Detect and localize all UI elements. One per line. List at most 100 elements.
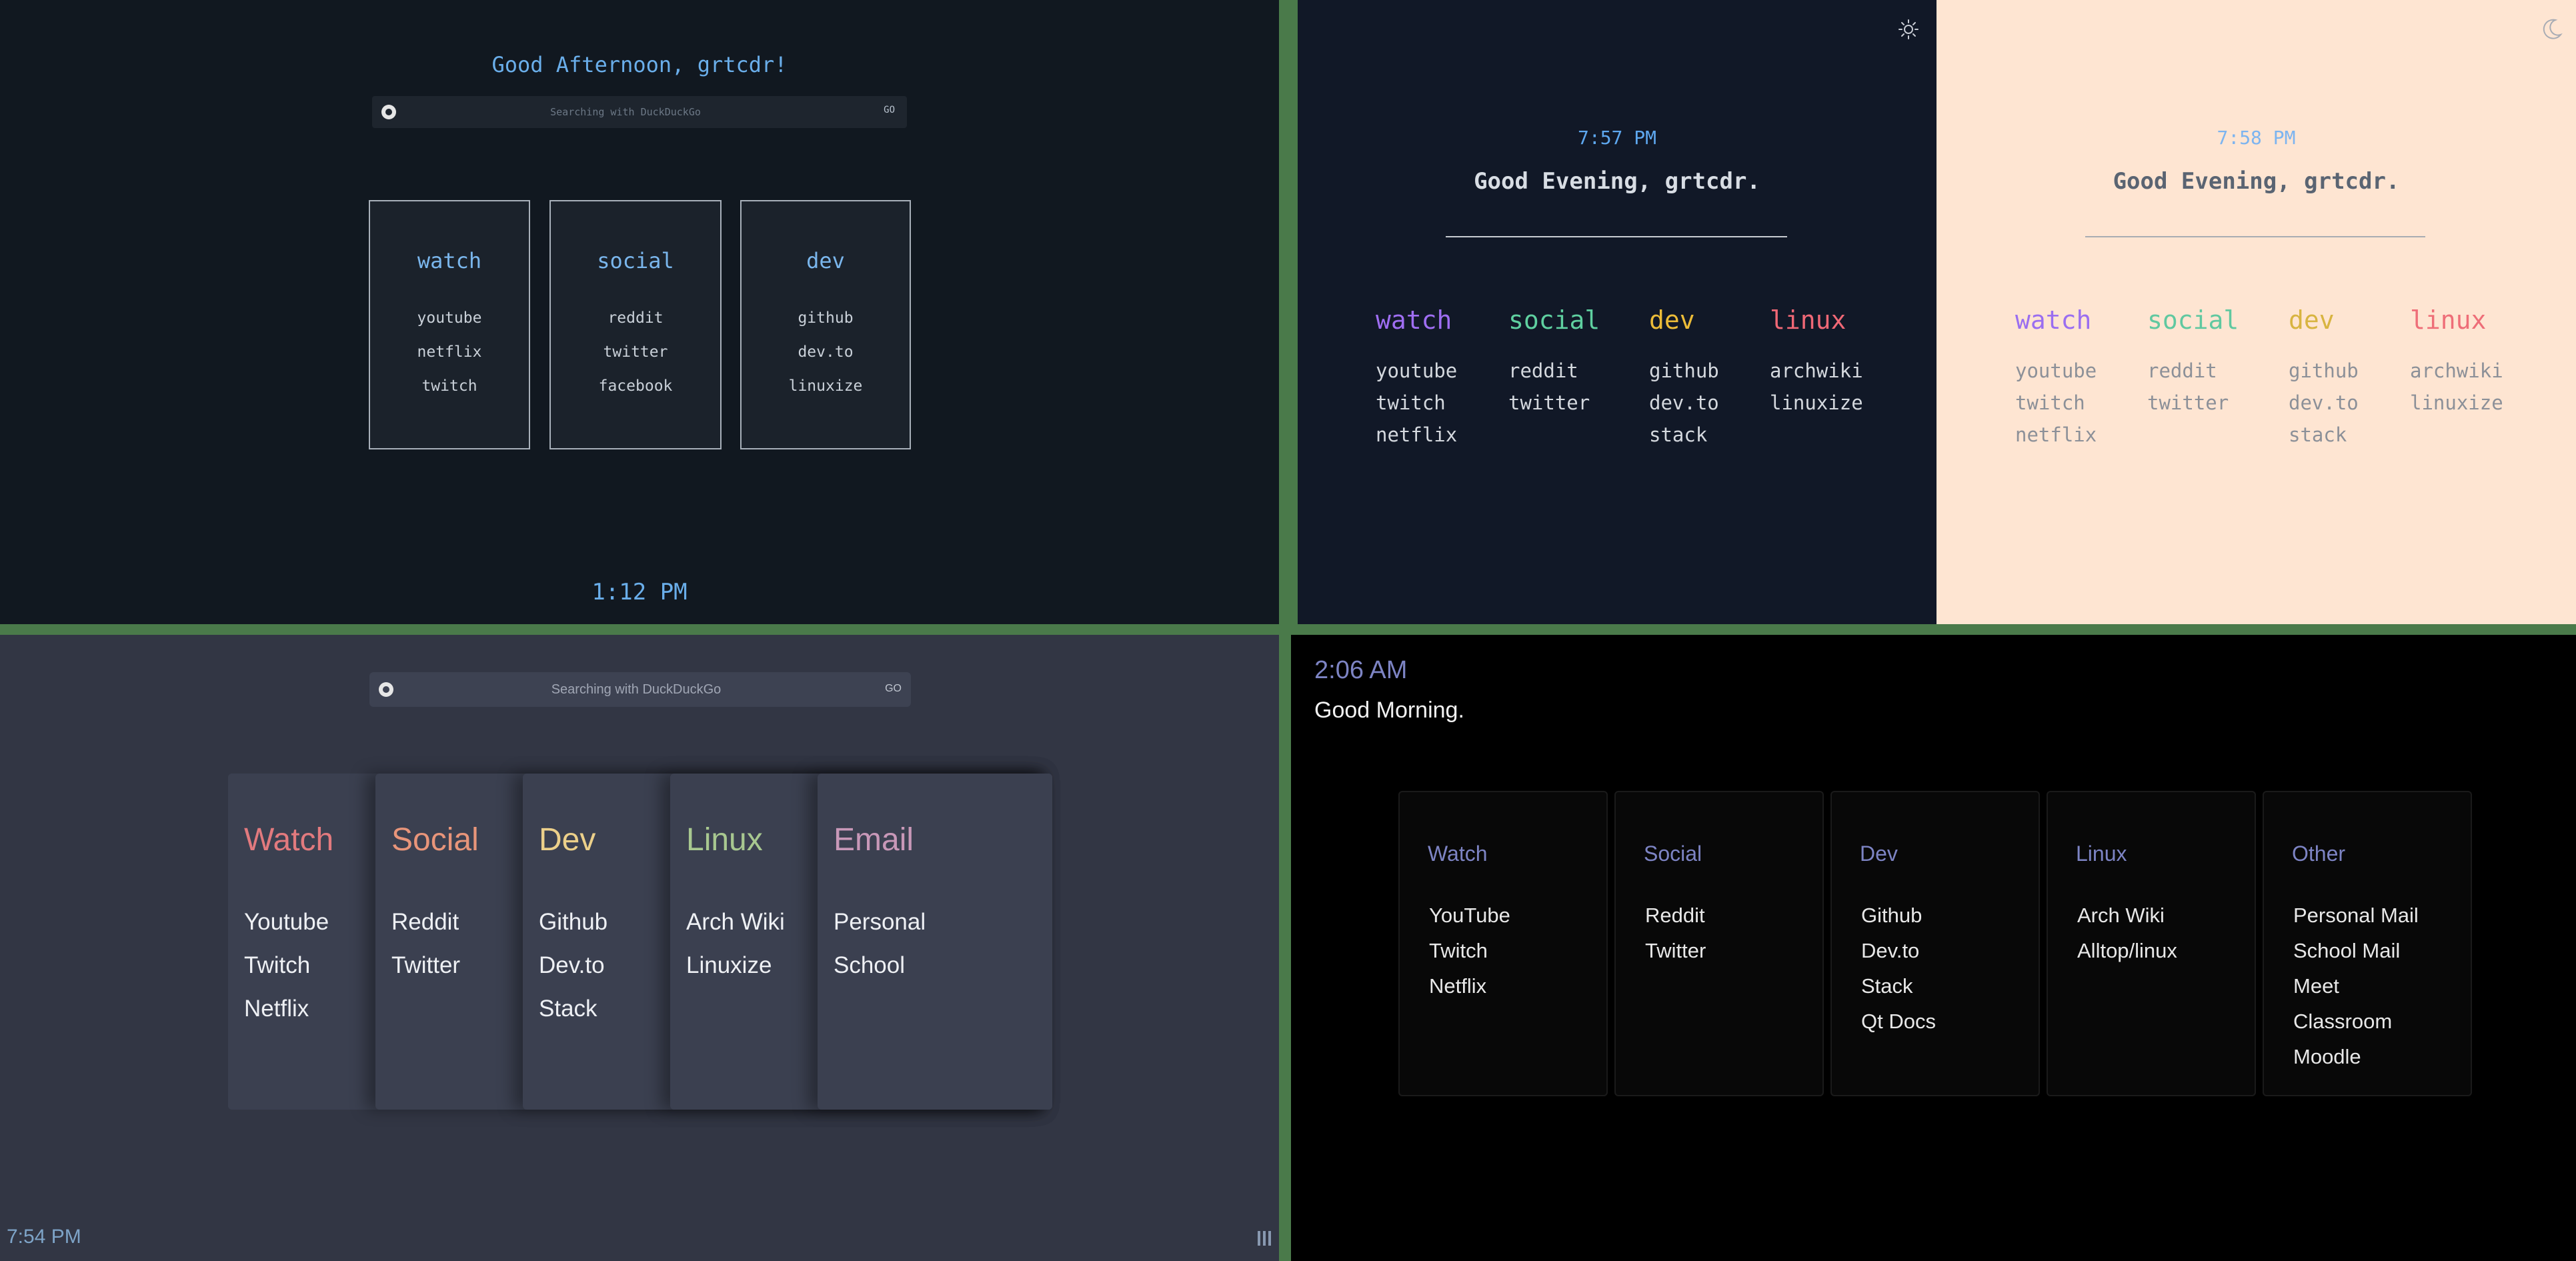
column-title: linux bbox=[1770, 305, 1846, 335]
column-title: social bbox=[1508, 305, 1600, 335]
link-reddit[interactable]: reddit bbox=[551, 301, 720, 335]
link-twitch[interactable]: Twitch bbox=[244, 944, 329, 987]
go-button[interactable]: GO bbox=[885, 683, 902, 695]
column-watch: watch youtube twitch netflix bbox=[1376, 305, 1457, 451]
link-linuxize[interactable]: linuxize bbox=[742, 369, 910, 403]
link-youtube[interactable]: youtube bbox=[2015, 355, 2097, 387]
link-github[interactable]: github bbox=[1649, 355, 1719, 387]
link-twitter[interactable]: twitter bbox=[2147, 387, 2239, 419]
card-title: Watch bbox=[1428, 842, 1488, 866]
card-title: Social bbox=[391, 822, 479, 858]
divider bbox=[2085, 236, 2425, 237]
link-devto[interactable]: dev.to bbox=[2289, 387, 2359, 419]
link-stack[interactable]: stack bbox=[2289, 419, 2359, 451]
link-devto[interactable]: dev.to bbox=[1649, 387, 1719, 419]
link-twitter[interactable]: Twitter bbox=[391, 944, 460, 987]
link-reddit[interactable]: reddit bbox=[2147, 355, 2239, 387]
card-title: dev bbox=[806, 248, 845, 273]
column-social: social reddit twitter bbox=[1508, 305, 1600, 419]
greeting: Good Afternoon, grtcdr! bbox=[491, 52, 788, 77]
link-school-mail[interactable]: School Mail bbox=[2293, 933, 2419, 968]
link-github[interactable]: Github bbox=[1861, 898, 1936, 933]
card-title: Dev bbox=[539, 822, 596, 858]
card-social: social reddit twitter facebook bbox=[549, 200, 722, 449]
link-alltop-linux[interactable]: Alltop/linux bbox=[2077, 933, 2177, 968]
link-github[interactable]: Github bbox=[539, 900, 607, 944]
link-archwiki[interactable]: archwiki bbox=[2410, 355, 2503, 387]
link-moodle[interactable]: Moodle bbox=[2293, 1039, 2419, 1074]
startpage-evening-light: 7:58 PM Good Evening, grtcdr. watch yout… bbox=[1937, 0, 2576, 624]
link-reddit[interactable]: reddit bbox=[1508, 355, 1600, 387]
card-title: social bbox=[597, 248, 674, 273]
link-youtube[interactable]: Youtube bbox=[244, 900, 329, 944]
column-title: watch bbox=[1376, 305, 1452, 335]
clock: 1:12 PM bbox=[591, 579, 688, 605]
column-title: dev bbox=[2289, 305, 2335, 335]
link-personal-mail[interactable]: Personal Mail bbox=[2293, 898, 2419, 933]
link-archwiki[interactable]: Arch Wiki bbox=[2077, 898, 2177, 933]
bars-icon[interactable] bbox=[1258, 1231, 1272, 1247]
link-github[interactable]: github bbox=[742, 301, 910, 335]
link-archwiki[interactable]: Arch Wiki bbox=[686, 900, 785, 944]
card-social: Social Reddit Twitter bbox=[1614, 791, 1824, 1096]
link-linuxize[interactable]: linuxize bbox=[2410, 387, 2503, 419]
clock: 7:57 PM bbox=[1577, 127, 1656, 149]
link-meet[interactable]: Meet bbox=[2293, 968, 2419, 1004]
link-youtube[interactable]: YouTube bbox=[1429, 898, 1510, 933]
card-dev: dev github dev.to linuxize bbox=[740, 200, 911, 449]
link-classroom[interactable]: Classroom bbox=[2293, 1004, 2419, 1039]
link-devto[interactable]: dev.to bbox=[742, 335, 910, 369]
link-reddit[interactable]: Reddit bbox=[391, 900, 460, 944]
link-netflix[interactable]: netflix bbox=[370, 335, 529, 369]
link-facebook[interactable]: facebook bbox=[551, 369, 720, 403]
duckduckgo-icon bbox=[379, 682, 393, 697]
link-stack[interactable]: Stack bbox=[1861, 968, 1936, 1004]
link-twitch[interactable]: twitch bbox=[370, 369, 529, 403]
link-youtube[interactable]: youtube bbox=[1376, 355, 1457, 387]
link-archwiki[interactable]: archwiki bbox=[1770, 355, 1863, 387]
search-input[interactable] bbox=[399, 96, 852, 128]
card-email: Email Personal School bbox=[818, 774, 1052, 1110]
link-devto[interactable]: Dev.to bbox=[1861, 933, 1936, 968]
link-twitter[interactable]: Twitter bbox=[1645, 933, 1706, 968]
link-netflix[interactable]: netflix bbox=[2015, 419, 2097, 451]
link-linuxize[interactable]: Linuxize bbox=[686, 944, 785, 987]
startpage-evening-dark: 7:57 PM Good Evening, grtcdr. watch yout… bbox=[1298, 0, 1937, 624]
moon-icon[interactable] bbox=[2541, 17, 2563, 41]
link-reddit[interactable]: Reddit bbox=[1645, 898, 1706, 933]
card-title: Other bbox=[2292, 842, 2346, 866]
link-stack[interactable]: Stack bbox=[539, 987, 607, 1030]
link-school[interactable]: School bbox=[834, 944, 926, 987]
card-stack: Watch Youtube Twitch Netflix Social Redd… bbox=[228, 774, 1052, 1110]
link-twitch[interactable]: twitch bbox=[2015, 387, 2097, 419]
sun-icon[interactable] bbox=[1898, 19, 1919, 40]
column-title: linux bbox=[2410, 305, 2487, 335]
search-bar: GO bbox=[372, 96, 907, 128]
link-devto[interactable]: Dev.to bbox=[539, 944, 607, 987]
link-twitter[interactable]: twitter bbox=[1508, 387, 1600, 419]
link-netflix[interactable]: Netflix bbox=[244, 987, 329, 1030]
column-title: watch bbox=[2015, 305, 2092, 335]
link-youtube[interactable]: youtube bbox=[370, 301, 529, 335]
card-title: Email bbox=[834, 822, 914, 858]
divider bbox=[1446, 236, 1787, 237]
link-twitch[interactable]: Twitch bbox=[1429, 933, 1510, 968]
card-title: Linux bbox=[2076, 842, 2127, 866]
link-qt-docs[interactable]: Qt Docs bbox=[1861, 1004, 1936, 1039]
search-input[interactable] bbox=[396, 672, 876, 707]
link-twitch[interactable]: twitch bbox=[1376, 387, 1457, 419]
card-title: Watch bbox=[244, 822, 334, 858]
link-netflix[interactable]: netflix bbox=[1376, 419, 1457, 451]
go-button[interactable]: GO bbox=[884, 105, 895, 115]
card-other: Other Personal Mail School Mail Meet Cla… bbox=[2263, 791, 2472, 1096]
link-netflix[interactable]: Netflix bbox=[1429, 968, 1510, 1004]
link-stack[interactable]: stack bbox=[1649, 419, 1719, 451]
startpage-stacked-cards: GO Watch Youtube Twitch Netflix Social R… bbox=[0, 635, 1279, 1261]
card-title: Dev bbox=[1860, 842, 1898, 866]
link-personal[interactable]: Personal bbox=[834, 900, 926, 944]
link-twitter[interactable]: twitter bbox=[551, 335, 720, 369]
greeting: Good Evening, grtcdr. bbox=[1474, 168, 1760, 195]
link-github[interactable]: github bbox=[2289, 355, 2359, 387]
link-linuxize[interactable]: linuxize bbox=[1770, 387, 1863, 419]
column-dev: dev github dev.to stack bbox=[2289, 305, 2359, 451]
